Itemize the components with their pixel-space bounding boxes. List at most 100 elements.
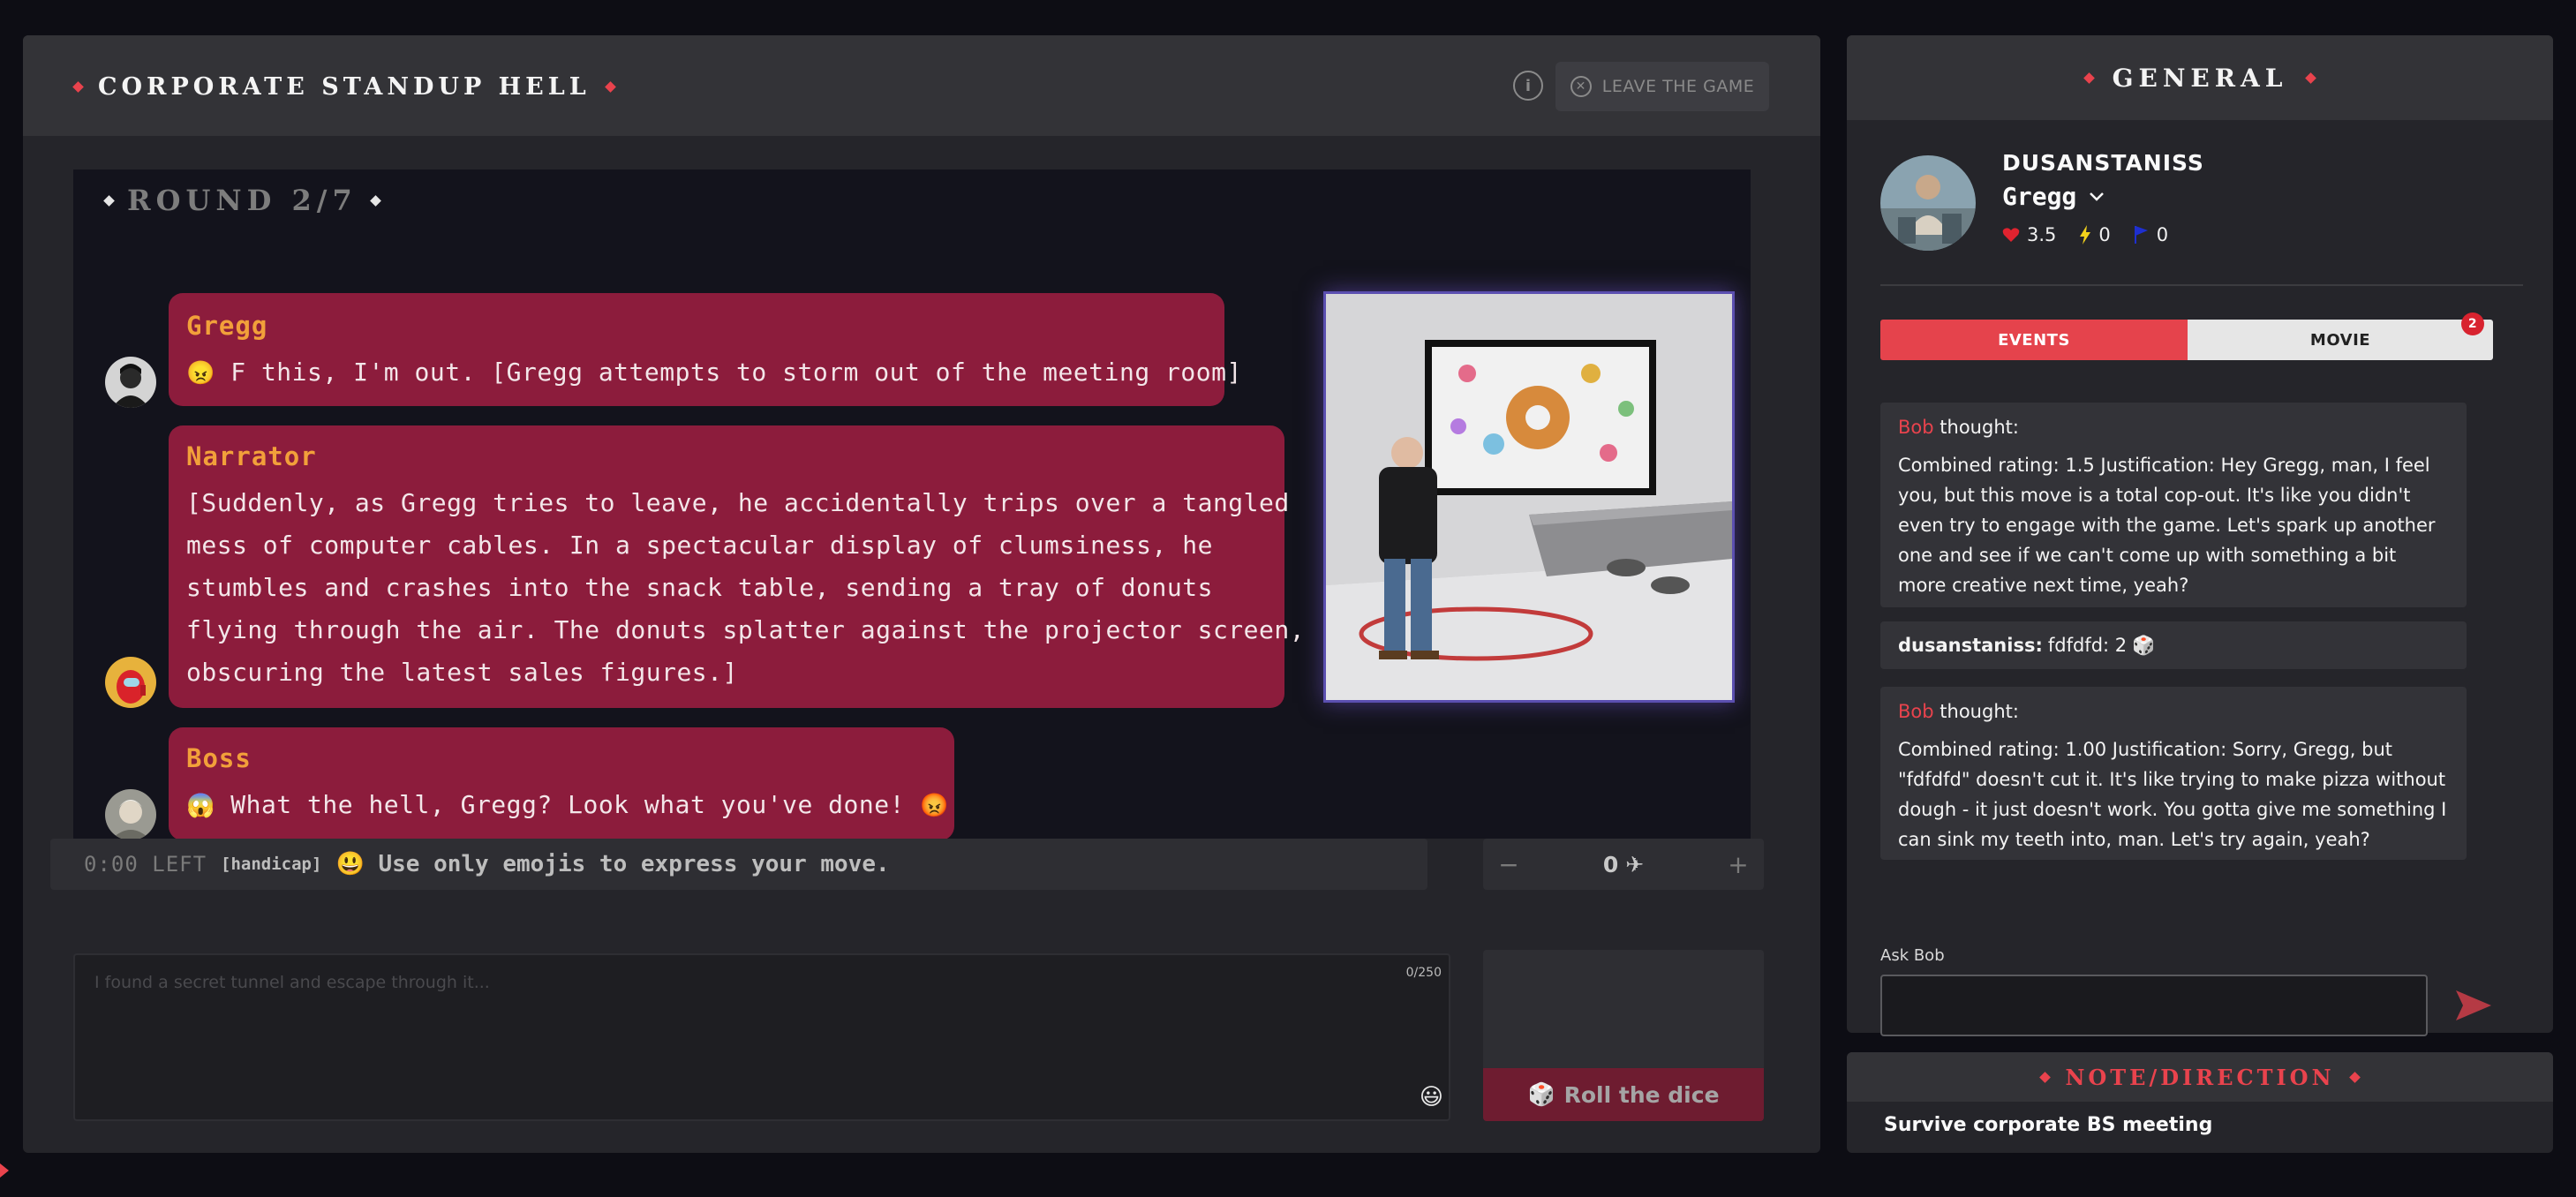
diamond-right-icon [604,80,616,93]
lightning-icon [2080,225,2091,245]
message-speaker: Gregg [186,311,268,341]
handicap-description: Use only emojis to express your move. [378,851,890,877]
player-name: DUSANSTANISS [2002,150,2204,176]
ask-label: Ask Bob [1880,946,1945,965]
energy-stat: 0 [2079,224,2111,245]
note-panel: NOTE/DIRECTION Survive corporate BS meet… [1847,1052,2553,1153]
event-verb: thought: [1940,417,2019,438]
chat-log[interactable]: ROUND 2/7 Gregg 😠 F this, I'm out. [Greg… [73,169,1751,839]
round-label: ROUND 2/7 [127,184,358,217]
tab-events[interactable]: EVENTS [1880,320,2188,360]
player-avatar [1880,155,1976,251]
diamond-left-icon [2039,1071,2052,1083]
health-stat: 3.5 [2002,224,2056,245]
rage-emoji: 😡 [920,793,950,819]
leave-game-label: LEAVE THE GAME [1601,77,1755,96]
note-text: Survive corporate BS meeting [1884,1114,2213,1136]
increment-button[interactable]: + [1713,839,1764,890]
move-input[interactable] [75,955,1449,1119]
message-body: What the hell, Gregg? Look what you've d… [230,790,905,819]
event-card: Bob thought: Combined rating: 1.5 Justif… [1880,403,2467,607]
timer-text: 0:00 LEFT [84,852,207,877]
diamond-right-icon [2305,72,2317,84]
general-title: GENERAL [2112,63,2288,93]
character-name: Gregg [2002,182,2077,211]
corner-arrow-icon [0,1163,9,1178]
dice-display [1483,950,1764,1072]
tab-movie[interactable]: MOVIE 2 [2188,312,2493,360]
movie-count-badge: 2 [2461,312,2484,335]
stepper-value: 0 ✈ [1534,839,1713,890]
general-panel: GENERAL DUSANSTANISS Gregg 3.5 0 0 EVENT… [1847,35,2553,1036]
game-title-wrap: CORPORATE STANDUP HELL [72,69,616,104]
roll-dice-label: Roll the dice [1563,1081,1720,1108]
smile-emoji: 😃 [335,851,365,877]
event-verb: thought: [1940,701,2019,722]
move-input-wrap: 0/250 😃 [73,953,1450,1121]
message-text: 😠 F this, I'm out. [Gregg attempts to st… [186,351,1242,395]
send-icon [2456,990,2491,1020]
event-body: Combined rating: 1.00 Justification: Sor… [1898,739,2447,850]
message-line: [Suddenly, as Gregg tries to leave, he a… [186,488,1290,517]
message-text: [Suddenly, as Gregg tries to leave, he a… [186,482,1305,694]
health-value: 3.5 [2027,224,2057,245]
send-button[interactable] [2451,983,2495,1028]
dice-modifier-stepper: − 0 ✈ + [1483,839,1764,890]
event-author: Bob [1898,417,1934,438]
message-line: flying through the air. The donuts splat… [186,615,1306,644]
heart-icon [2002,228,2020,242]
event-user: dusanstaniss: [1898,635,2043,656]
close-circle-icon: ✕ [1570,76,1592,97]
flag-value: 0 [2156,224,2169,245]
chevron-down-icon [2090,192,2105,201]
message-body: F this, I'm out. [Gregg attempts to stor… [230,358,1242,387]
character-select[interactable]: Gregg [2002,182,2105,211]
message-text: 😱 What the hell, Gregg? Look what you've… [186,784,949,827]
angry-emoji: 😠 [186,360,215,387]
message-line: obscuring the latest sales figures.] [186,658,738,687]
divider [1880,284,2523,286]
dice-icon: 🎲 [2132,634,2156,656]
message-bubble: Narrator [Suddenly, as Gregg tries to le… [169,425,1305,708]
scene-illustration [1323,291,1735,703]
diamond-right-icon [2348,1071,2361,1083]
dice-icon: 🎲 [1527,1081,1555,1107]
event-header: Bob thought: [1898,417,2449,438]
ask-input[interactable] [1880,975,2428,1036]
handicap-tag: [handicap] [221,854,322,874]
gregg-avatar [105,357,156,408]
roll-dice-button[interactable]: 🎲 Roll the dice [1483,1068,1764,1121]
player-stats: 3.5 0 0 [2002,224,2168,245]
event-body: Combined rating: 1.5 Justification: Hey … [1898,455,2436,596]
event-text: fdfdfd: 2 [2047,635,2128,656]
event-card: Bob thought: Combined rating: 1.00 Justi… [1880,687,2467,860]
message-line: stumbles and crashes into the snack tabl… [186,573,1213,602]
event-header: Bob thought: [1898,701,2449,722]
general-tabs: EVENTS MOVIE 2 [1880,312,2493,360]
tab-movie-label: MOVIE [2309,330,2371,350]
general-header: GENERAL [1847,35,2553,120]
emoji-picker-button[interactable]: 😃 [1420,1084,1443,1110]
message-line: mess of computer cables. In a spectacula… [186,531,1213,560]
leave-game-button[interactable]: ✕ LEAVE THE GAME [1555,62,1769,111]
game-panel: CORPORATE STANDUP HELL i ✕ LEAVE THE GAM… [23,35,1820,1153]
round-indicator: ROUND 2/7 [103,178,381,222]
diamond-left-icon [72,80,84,93]
energy-value: 0 [2098,224,2111,245]
flag-icon [2134,226,2148,244]
event-card: dusanstaniss: fdfdfd: 2 🎲 [1880,621,2467,669]
narrator-avatar [105,657,156,708]
game-header: CORPORATE STANDUP HELL i ✕ LEAVE THE GAM… [23,35,1820,136]
message-bubble: Boss 😱 What the hell, Gregg? Look what y… [169,727,954,839]
event-author: Bob [1898,701,1934,722]
decrement-button[interactable]: − [1483,839,1534,890]
game-title: CORPORATE STANDUP HELL [98,72,591,101]
handicap-text: 😃 Use only emojis to express your move. [335,851,889,877]
char-count: 0/250 [1405,966,1442,980]
diamond-icon [103,194,115,207]
message-speaker: Boss [186,743,252,773]
diamond-left-icon [2083,72,2095,84]
timer-handicap-bar: 0:00 LEFT [handicap] 😃 Use only emojis t… [50,839,1427,890]
info-icon[interactable]: i [1513,71,1543,101]
flag-stat: 0 [2134,224,2168,245]
